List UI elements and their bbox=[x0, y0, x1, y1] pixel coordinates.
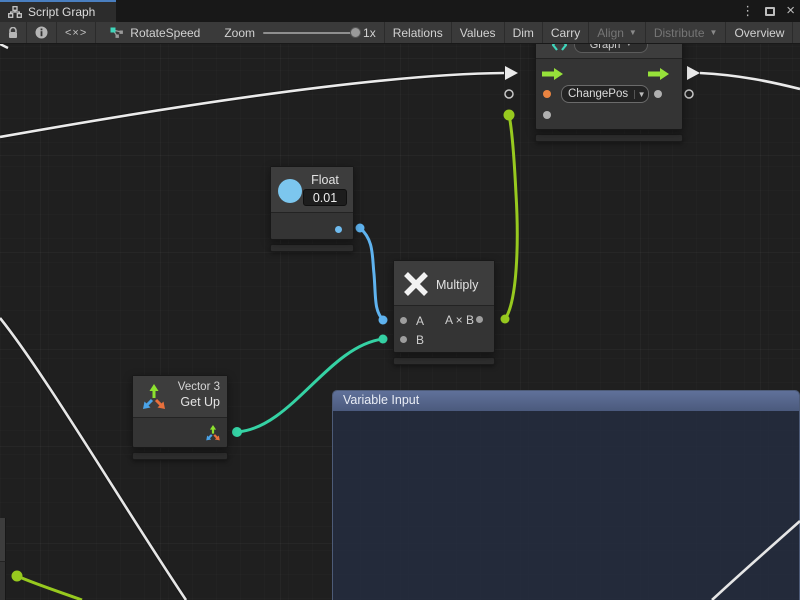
node-offscreen-left[interactable] bbox=[0, 518, 6, 600]
tab-bar: Script Graph ⋮ × bbox=[0, 0, 800, 22]
node-title: Vector 3 bbox=[178, 381, 220, 393]
align-button[interactable]: Align ▼ bbox=[589, 22, 646, 43]
port-output-label: A × B bbox=[445, 314, 474, 326]
port-float-output[interactable] bbox=[335, 226, 342, 233]
info-icon bbox=[35, 26, 48, 39]
lock-icon bbox=[8, 27, 18, 39]
distribute-button[interactable]: Distribute ▼ bbox=[646, 22, 727, 43]
chevron-down-icon: ▼ bbox=[625, 44, 632, 48]
port-a-label: A bbox=[416, 315, 424, 327]
port-value-output[interactable] bbox=[654, 90, 662, 98]
node-vector3-get-up[interactable]: Vector 3 Get Up bbox=[132, 375, 228, 460]
flow-output-port[interactable] bbox=[648, 68, 670, 80]
lock-button[interactable] bbox=[0, 22, 27, 43]
window-menu-icon[interactable]: ⋮ bbox=[741, 0, 754, 22]
connection-dot-green bbox=[504, 110, 515, 121]
port-axb-output[interactable] bbox=[476, 316, 483, 323]
zoom-slider-handle[interactable] bbox=[350, 27, 361, 38]
wire-white-corner bbox=[0, 44, 8, 48]
connection-dot-teal bbox=[232, 427, 242, 437]
window-close-icon[interactable]: × bbox=[786, 0, 795, 22]
code-preview-button[interactable]: <×> bbox=[57, 22, 96, 43]
node-graph[interactable]: Graph ▼ ChangePos ▼ bbox=[535, 44, 683, 142]
zoom-control: Zoom 1x bbox=[210, 22, 383, 43]
flow-arrowhead-out bbox=[687, 66, 700, 80]
wire-float-to-multiply bbox=[360, 228, 383, 320]
graph-node-icon bbox=[110, 27, 124, 39]
port-value-input[interactable] bbox=[543, 111, 551, 119]
changepos-dropdown[interactable]: ChangePos ▼ bbox=[561, 85, 649, 103]
tab-script-graph[interactable]: Script Graph bbox=[0, 0, 116, 22]
node-footer bbox=[535, 134, 683, 142]
wire-flow-out bbox=[700, 73, 800, 89]
overview-button[interactable]: Overview bbox=[726, 22, 793, 43]
flow-arrowhead-in bbox=[505, 66, 518, 80]
group-header[interactable]: Variable Input bbox=[333, 391, 799, 411]
chevron-down-icon: ▼ bbox=[629, 28, 637, 37]
info-button[interactable] bbox=[27, 22, 57, 43]
port-changepos-input[interactable] bbox=[543, 90, 551, 98]
wire-green-bottom-left bbox=[17, 576, 82, 600]
flow-input-port[interactable] bbox=[542, 68, 564, 80]
zoom-value: 1x bbox=[363, 26, 376, 40]
node-title: Float bbox=[303, 173, 347, 187]
subgraph-icon bbox=[552, 44, 567, 51]
group-title: Variable Input bbox=[343, 393, 419, 407]
full-screen-button[interactable]: Full Screen bbox=[793, 22, 800, 43]
node-multiply[interactable]: Multiply A A × B B bbox=[393, 260, 495, 365]
group-variable-input[interactable]: Variable Input bbox=[332, 390, 800, 600]
chevron-down-icon: ▼ bbox=[710, 28, 718, 37]
carry-button[interactable]: Carry bbox=[543, 22, 589, 43]
values-button[interactable]: Values bbox=[452, 22, 505, 43]
vector3-icon bbox=[141, 384, 167, 410]
node-operation: Get Up bbox=[178, 395, 220, 409]
float-value-input[interactable]: 0.01 bbox=[303, 189, 347, 206]
zoom-slider[interactable] bbox=[263, 32, 355, 34]
relations-button[interactable]: Relations bbox=[384, 22, 452, 43]
node-float[interactable]: Float 0.01 bbox=[270, 166, 354, 252]
node-footer bbox=[132, 452, 228, 460]
connection-dot-green bbox=[12, 571, 23, 582]
node-footer bbox=[393, 357, 495, 365]
chevron-down-icon: ▼ bbox=[634, 90, 648, 99]
empty-port-ring bbox=[685, 90, 693, 98]
graph-reference-label: RotateSpeed bbox=[130, 26, 200, 40]
empty-port-ring bbox=[505, 90, 513, 98]
zoom-label: Zoom bbox=[224, 26, 255, 40]
dim-button[interactable]: Dim bbox=[505, 22, 543, 43]
wire-flow-in bbox=[0, 73, 504, 137]
graph-toolbar: <×> RotateSpeed Zoom 1x Relations Values… bbox=[0, 22, 800, 44]
graph-picker-dropdown[interactable]: Graph ▼ bbox=[574, 44, 648, 53]
connection-dot-blue bbox=[356, 224, 365, 233]
graph-reference-button[interactable]: RotateSpeed bbox=[96, 22, 210, 43]
node-title: Multiply bbox=[436, 278, 478, 292]
connection-dot-teal bbox=[379, 335, 388, 344]
tab-label: Script Graph bbox=[28, 5, 95, 19]
window-maximize-icon[interactable] bbox=[765, 7, 775, 16]
port-a-input[interactable] bbox=[400, 317, 407, 324]
connection-dot-green bbox=[501, 315, 510, 324]
connection-dot-blue bbox=[379, 316, 388, 325]
node-footer bbox=[270, 244, 354, 252]
port-vector3-output[interactable] bbox=[205, 425, 221, 441]
graph-canvas[interactable]: Variable Input bbox=[0, 44, 800, 600]
port-b-input[interactable] bbox=[400, 336, 407, 343]
graph-hierarchy-icon bbox=[8, 6, 22, 18]
code-icon: <×> bbox=[65, 27, 87, 39]
float-icon bbox=[278, 179, 302, 203]
port-b-label: B bbox=[416, 334, 424, 346]
wire-multiply-to-graph bbox=[505, 115, 517, 319]
multiply-icon bbox=[402, 270, 430, 298]
